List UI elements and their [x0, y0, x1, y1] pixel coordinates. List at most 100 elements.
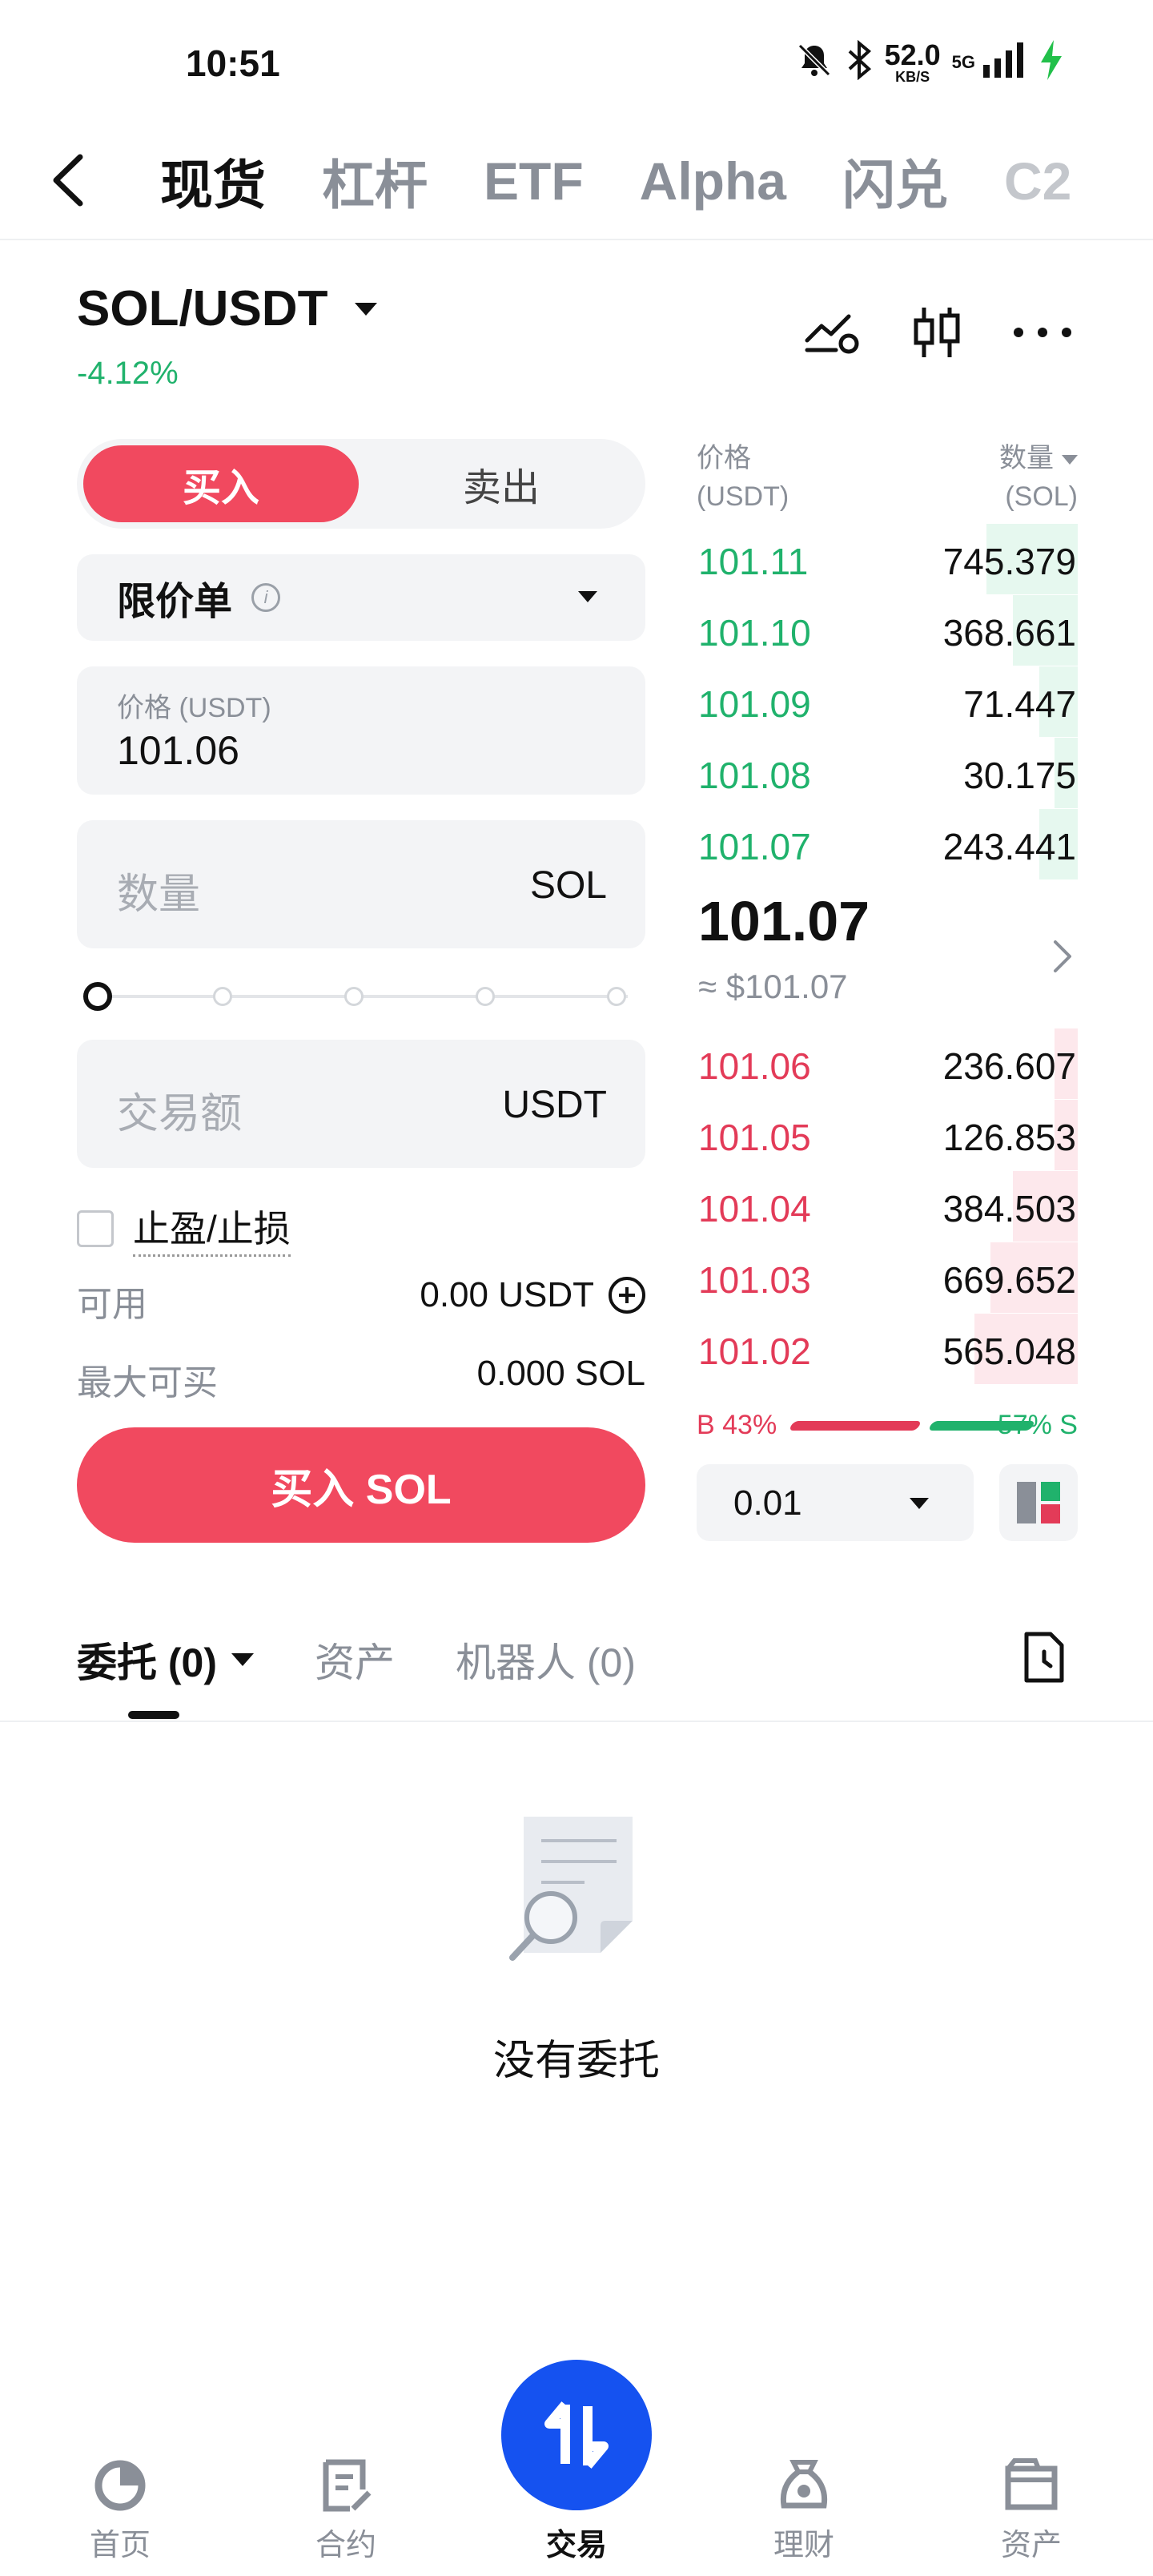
- precision-value: 0.01: [733, 1483, 802, 1523]
- nav-futures[interactable]: 合约: [282, 2451, 410, 2564]
- sell-ratio: 57% S: [997, 1410, 1078, 1440]
- max-buy-label: 最大可买: [77, 1363, 218, 1403]
- orderbook-header: 价格 (USDT) 数量 (SOL): [697, 439, 1078, 519]
- slider-step-25[interactable]: [213, 987, 232, 1006]
- tp-sl-label[interactable]: 止盈/止损: [133, 1200, 291, 1257]
- tab-etf[interactable]: ETF: [484, 151, 584, 211]
- precision-select[interactable]: 0.01: [697, 1464, 974, 1541]
- available-value: 0.00 USDT: [420, 1275, 594, 1314]
- info-icon[interactable]: i: [251, 583, 281, 612]
- ask-row[interactable]: 101.07 243.441: [697, 809, 1078, 879]
- status-bar: 10:51 52.0 KB/S 5G: [0, 0, 1153, 120]
- sell-tab[interactable]: 卖出: [364, 445, 639, 522]
- bid-price: 101.02: [698, 1330, 811, 1372]
- order-type-label: 限价单: [117, 581, 233, 623]
- quantity-input[interactable]: 数量 SOL: [77, 820, 645, 948]
- ask-row[interactable]: 101.09 71.447: [697, 666, 1078, 737]
- slider-handle[interactable]: [83, 982, 112, 1011]
- available-row: 可用 0.00 USDT: [77, 1275, 645, 1324]
- market-tabs: 现货 杠杆 ETF Alpha 闪兑 C2: [160, 143, 1071, 219]
- empty-orders-illustration: [504, 1809, 649, 1973]
- tab-open-orders[interactable]: 委托 (0): [77, 1631, 254, 1688]
- caret-down-icon: [910, 1498, 929, 1509]
- caret-down-icon: [355, 302, 378, 316]
- bid-row[interactable]: 101.06 236.607: [697, 1028, 1078, 1099]
- bid-row[interactable]: 101.04 384.503: [697, 1171, 1078, 1242]
- pair-selector[interactable]: SOL/USDT: [77, 280, 378, 337]
- bottom-nav: 首页 合约 交易 理财 资产: [0, 2435, 1153, 2576]
- signal-icon: [982, 41, 1026, 83]
- caret-down-icon: [1062, 455, 1078, 465]
- amount-slider[interactable]: [83, 980, 636, 1012]
- home-icon: [94, 2460, 146, 2511]
- nav-assets[interactable]: 资产: [967, 2451, 1095, 2564]
- tab-c2c[interactable]: C2: [1004, 151, 1071, 211]
- orders-tabs: 委托 (0) 资产 机器人 (0): [77, 1631, 636, 1688]
- chevron-left-icon: [53, 154, 83, 207]
- buy-submit-button[interactable]: 买入 SOL: [77, 1427, 645, 1543]
- order-history-icon[interactable]: [1022, 1631, 1067, 1688]
- nav-earn[interactable]: 理财: [740, 2451, 868, 2564]
- max-buy-row: 最大可买 0.000 SOL: [77, 1354, 645, 1403]
- orderbook-layout-button[interactable]: [999, 1464, 1078, 1541]
- ask-quantity: 243.441: [942, 826, 1076, 867]
- add-funds-icon[interactable]: [609, 1277, 645, 1314]
- bid-row[interactable]: 101.03 669.652: [697, 1242, 1078, 1313]
- slider-step-100[interactable]: [607, 987, 626, 1006]
- mid-price[interactable]: 101.07: [698, 889, 870, 953]
- buy-ratio: B 43%: [697, 1410, 777, 1440]
- ask-quantity: 368.661: [942, 612, 1076, 654]
- available-value-group: 0.00 USDT: [420, 1275, 645, 1315]
- amount-placeholder: 交易额: [117, 1091, 243, 1137]
- tp-sl-checkbox[interactable]: [77, 1210, 114, 1247]
- max-buy-value: 0.000 SOL: [476, 1354, 645, 1393]
- bid-quantity: 384.503: [942, 1188, 1076, 1230]
- amount-unit: USDT: [502, 1084, 607, 1126]
- contract-icon: [323, 2459, 372, 2512]
- ask-row[interactable]: 101.10 368.661: [697, 595, 1078, 666]
- tab-bots[interactable]: 机器人 (0): [456, 1631, 636, 1688]
- bid-price: 101.04: [698, 1188, 811, 1230]
- status-icons: 52.0 KB/S 5G: [795, 38, 1065, 86]
- buy-sell-toggle: 买入 卖出: [77, 439, 645, 529]
- order-type-select[interactable]: 限价单 i: [77, 554, 645, 641]
- tab-alpha[interactable]: Alpha: [640, 151, 786, 211]
- tab-margin[interactable]: 杠杆: [322, 143, 428, 219]
- top-nav: 现货 杠杆 ETF Alpha 闪兑 C2: [0, 128, 1153, 240]
- mute-icon: [795, 41, 834, 83]
- price-alert-icon[interactable]: [804, 308, 862, 360]
- orderbook-price-header: 价格 (USDT): [697, 443, 789, 512]
- nav-trade[interactable]: 交易: [512, 2451, 641, 2564]
- slider-step-50[interactable]: [344, 987, 364, 1006]
- caret-down-icon: [231, 1653, 254, 1666]
- bid-row[interactable]: 101.05 126.853: [697, 1100, 1078, 1170]
- nav-home[interactable]: 首页: [56, 2451, 184, 2564]
- bid-row[interactable]: 101.02 565.048: [697, 1314, 1078, 1384]
- wallet-icon: [1005, 2458, 1058, 2510]
- price-input-value[interactable]: 101.06: [117, 727, 239, 774]
- bid-quantity: 669.652: [942, 1259, 1076, 1301]
- earn-icon: [780, 2460, 828, 2509]
- more-icon[interactable]: [1012, 324, 1073, 344]
- tab-convert[interactable]: 闪兑: [842, 143, 948, 219]
- buy-sell-ratio: B 43% 57% S: [697, 1410, 1078, 1442]
- charging-icon: [1038, 38, 1065, 86]
- ask-quantity: 71.447: [963, 683, 1076, 725]
- ask-row[interactable]: 101.08 30.175: [697, 738, 1078, 808]
- bid-price: 101.05: [698, 1117, 811, 1158]
- ask-row[interactable]: 101.11 745.379: [697, 524, 1078, 594]
- amount-input[interactable]: 交易额 USDT: [77, 1040, 645, 1168]
- buy-ratio-bar: [788, 1421, 922, 1431]
- mid-price-usd: ≈ $101.07: [698, 968, 848, 1005]
- back-button[interactable]: [50, 144, 98, 216]
- chevron-right-icon[interactable]: [1052, 939, 1073, 978]
- tab-assets[interactable]: 资产: [315, 1631, 395, 1688]
- buy-tab[interactable]: 买入: [83, 445, 359, 522]
- tab-spot[interactable]: 现货: [160, 143, 266, 219]
- candlestick-chart-icon[interactable]: [911, 304, 962, 364]
- status-time: 10:51: [186, 42, 280, 84]
- orderbook-qty-header[interactable]: 数量 (SOL): [999, 439, 1078, 516]
- slider-step-75[interactable]: [476, 987, 495, 1006]
- price-input[interactable]: 价格 (USDT) 101.06: [77, 666, 645, 795]
- ask-quantity: 30.175: [963, 755, 1076, 796]
